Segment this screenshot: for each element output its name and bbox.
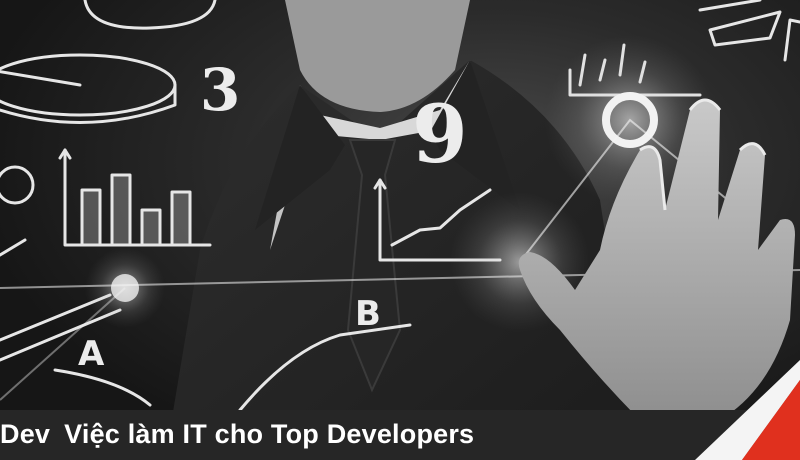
sketch-label-9: 9 bbox=[412, 87, 468, 181]
caption-brand: Dev bbox=[0, 419, 51, 449]
sketch-label-a: A bbox=[78, 334, 105, 374]
caption-text: Việc làm IT cho Top Developers bbox=[64, 419, 475, 449]
banner-caption: Dev Việc làm IT cho Top Developers bbox=[0, 414, 474, 454]
hero-image: 3 9 A B bbox=[0, 0, 800, 460]
sketch-label-3: 3 bbox=[200, 56, 240, 124]
hero-banner: 3 9 A B Dev Việc làm IT cho Top Developer… bbox=[0, 0, 800, 460]
sketch-label-b: B bbox=[355, 294, 381, 334]
